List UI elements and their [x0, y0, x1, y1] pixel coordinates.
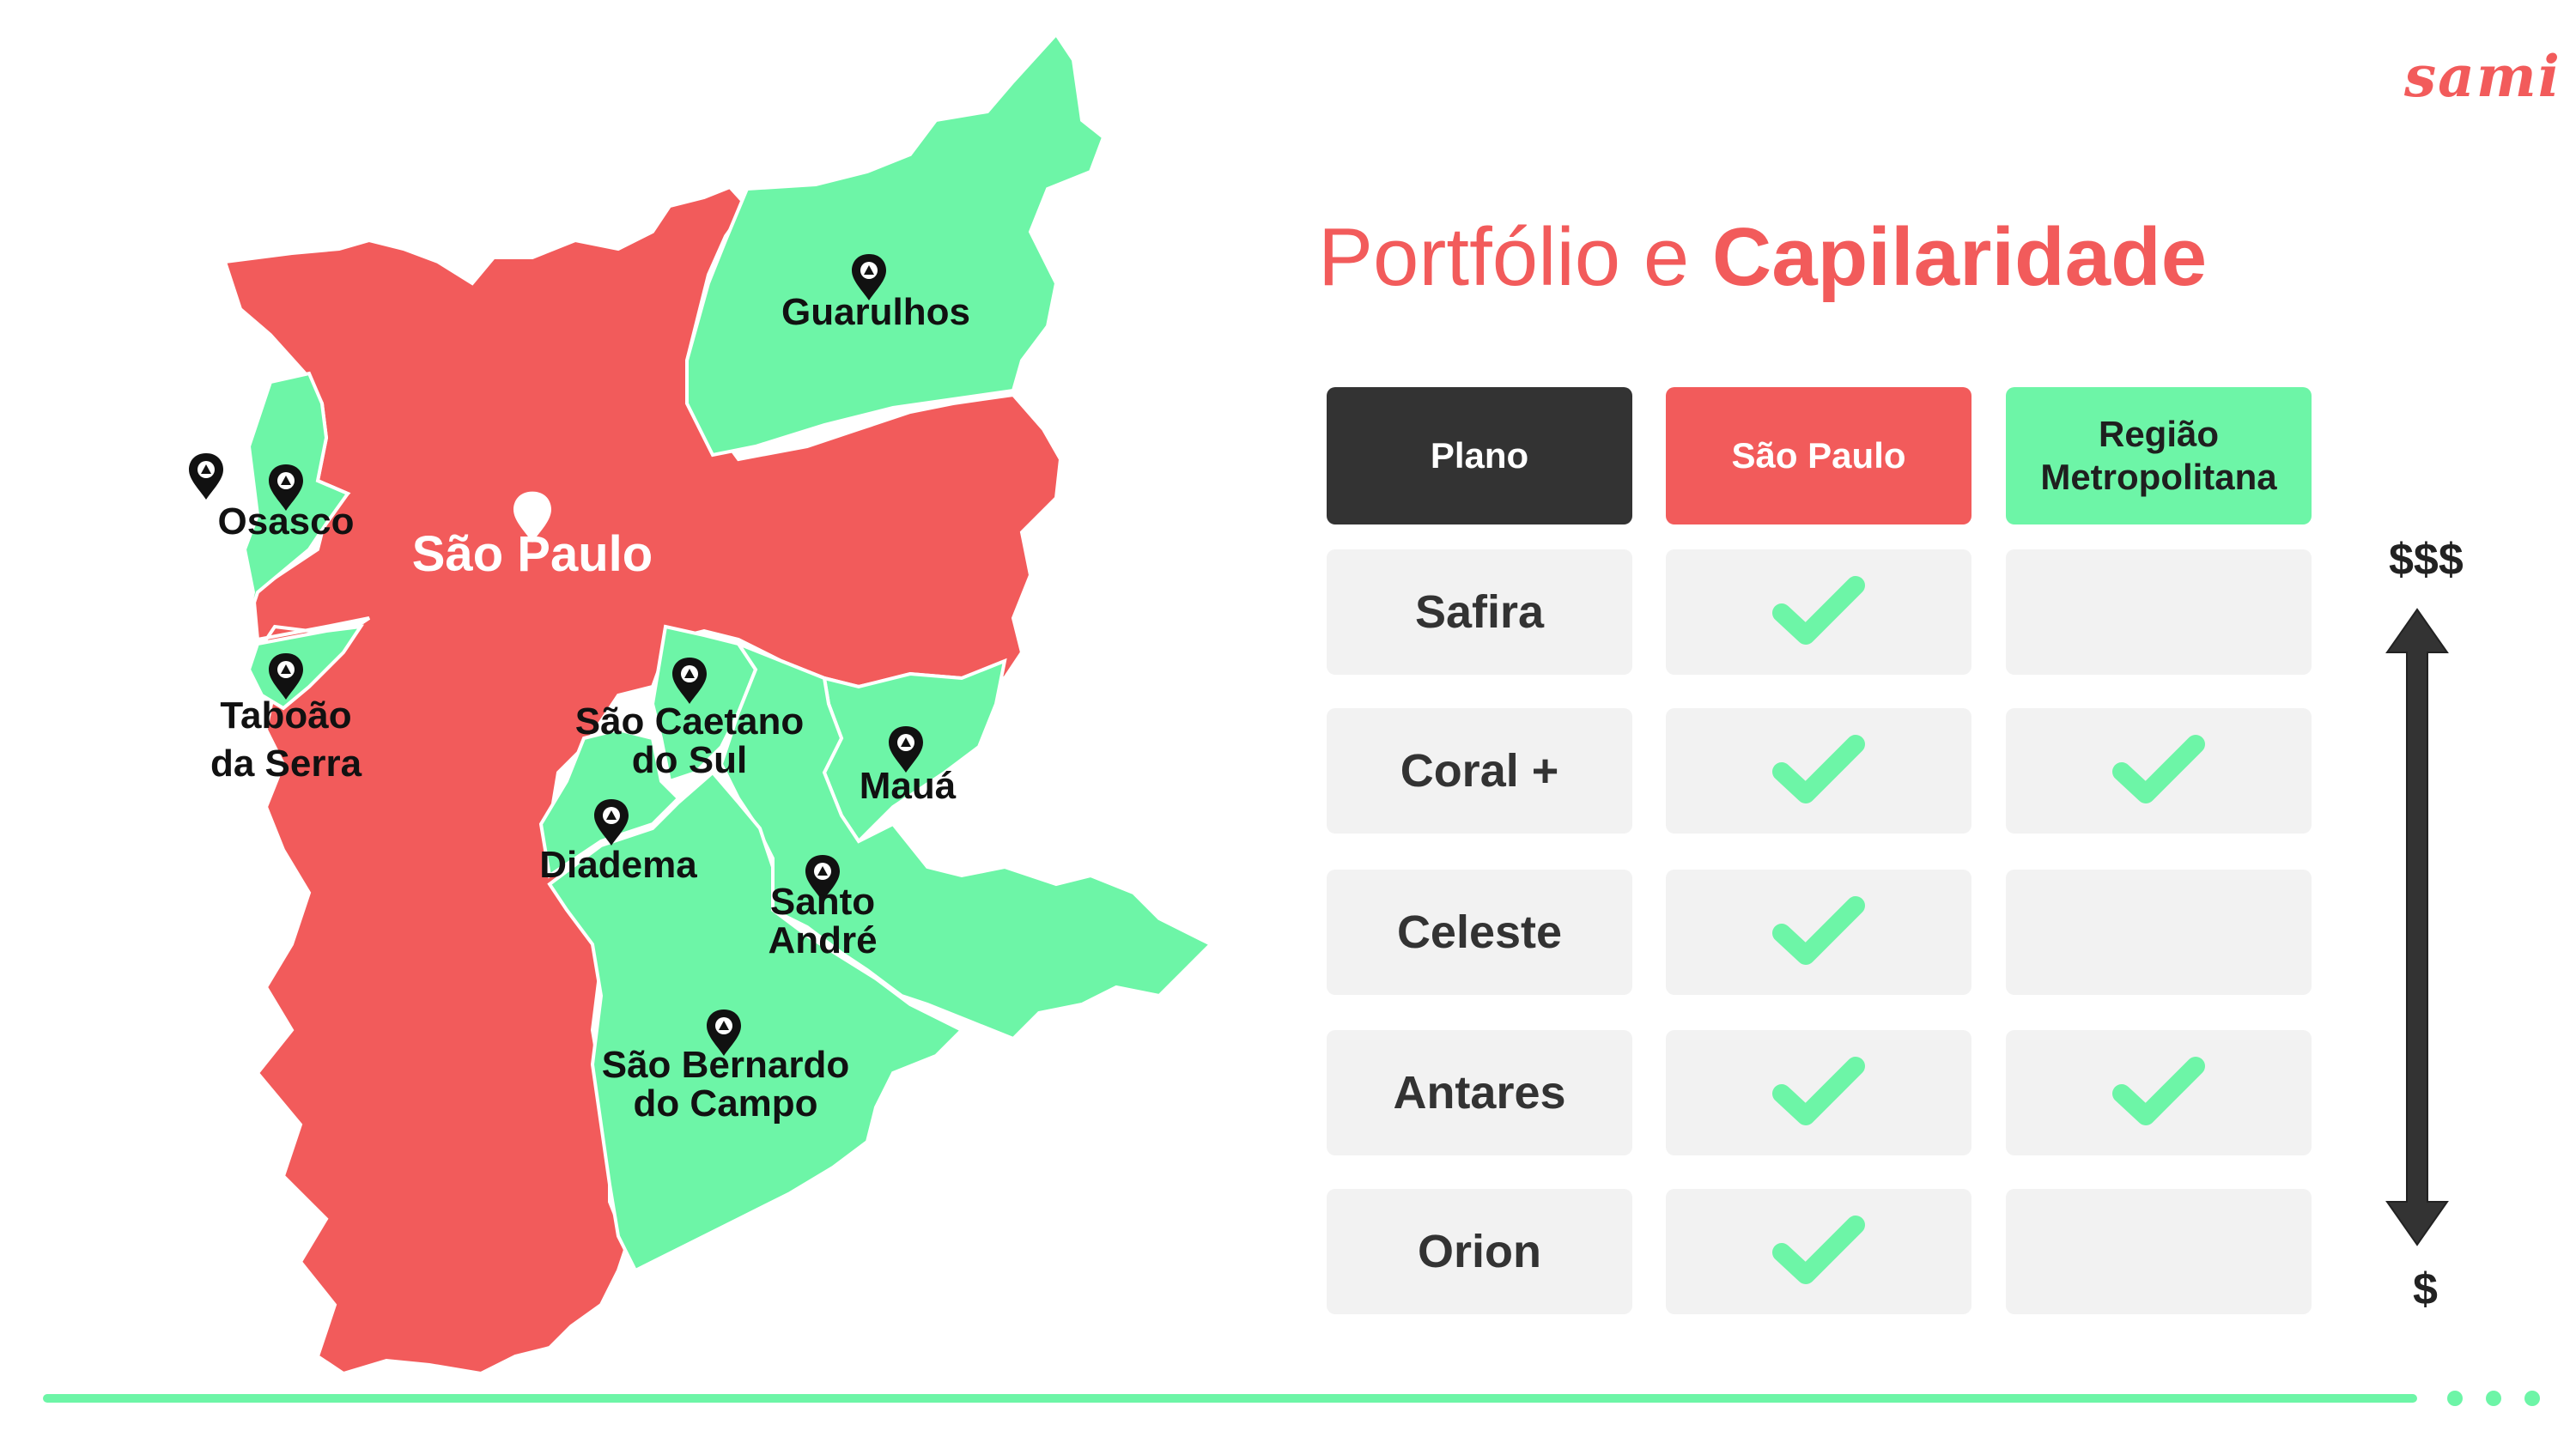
label-sao-caetano-1: São Caetano	[575, 700, 805, 743]
price-scale-top: $$$	[2389, 535, 2464, 585]
plan-name: Celeste	[1396, 906, 1563, 958]
coverage-cell-rm	[2006, 1189, 2312, 1314]
page-dot-2	[2486, 1391, 2501, 1406]
label-guarulhos: Guarulhos	[781, 291, 970, 333]
plan-name: Safira	[1414, 586, 1545, 638]
sami-logo: sami	[2404, 43, 2561, 110]
plan-name-cell: Safira	[1327, 549, 1632, 675]
coverage-cell-sp	[1666, 1030, 1971, 1155]
plan-name: Orion	[1418, 1226, 1541, 1277]
label-taboao-1: Taboão	[220, 694, 351, 737]
check-icon	[1771, 572, 1866, 653]
label-sao-bernardo-2: do Campo	[633, 1082, 817, 1125]
check-icon	[1771, 731, 1866, 812]
header-sao-paulo-label: São Paulo	[1731, 435, 1906, 476]
header-regiao-metropolitana: Região Metropolitana	[2006, 387, 2312, 524]
header-regiao-line1: Região	[2098, 414, 2220, 454]
label-maua: Mauá	[860, 765, 957, 807]
plan-name: Antares	[1393, 1067, 1566, 1119]
label-santo-andre-2: André	[768, 919, 877, 961]
label-sao-paulo: São Paulo	[412, 526, 653, 582]
label-osasco: Osasco	[218, 500, 355, 543]
price-range-arrow-icon	[2385, 608, 2449, 1246]
label-sao-bernardo-1: São Bernardo	[602, 1044, 850, 1086]
pin-extra-icon	[189, 453, 223, 500]
header-regiao-line2: Metropolitana	[2040, 457, 2277, 497]
check-icon	[1771, 1052, 1866, 1134]
page-dot-1	[2447, 1391, 2463, 1406]
label-taboao-2: da Serra	[210, 743, 362, 785]
coverage-cell-sp	[1666, 549, 1971, 675]
title-part-1: Portfólio e	[1318, 211, 1712, 303]
label-diadema: Diadema	[539, 844, 697, 886]
coverage-cell-rm	[2006, 549, 2312, 675]
header-sao-paulo: São Paulo	[1666, 387, 1971, 524]
coverage-cell-sp	[1666, 1189, 1971, 1314]
page-title: Portfólio e Capilaridade	[1318, 210, 2207, 305]
coverage-cell-rm	[2006, 708, 2312, 834]
check-icon	[2111, 731, 2206, 812]
bottom-divider	[43, 1394, 2417, 1403]
header-plano: Plano	[1327, 387, 1632, 524]
plan-name-cell: Antares	[1327, 1030, 1632, 1155]
page-dot-3	[2524, 1391, 2540, 1406]
check-icon	[2111, 1052, 2206, 1134]
plan-name-cell: Orion	[1327, 1189, 1632, 1314]
title-part-2: Capilaridade	[1711, 211, 2208, 303]
region-guarulhos	[685, 31, 1106, 458]
coverage-cell-sp	[1666, 708, 1971, 834]
price-scale-bottom: $	[2413, 1264, 2438, 1314]
label-santo-andre-1: Santo	[770, 881, 875, 923]
check-icon	[1771, 1211, 1866, 1293]
metro-region-map: São Paulo Guarulhos Osasco Taboão da Ser…	[189, 31, 1214, 1376]
label-sao-caetano-2: do Sul	[632, 739, 747, 781]
coverage-cell-rm	[2006, 870, 2312, 995]
plan-name-cell: Celeste	[1327, 870, 1632, 995]
header-plano-label: Plano	[1430, 435, 1529, 476]
plan-name: Coral +	[1400, 745, 1559, 797]
check-icon	[1771, 892, 1866, 973]
coverage-cell-rm	[2006, 1030, 2312, 1155]
plan-name-cell: Coral +	[1327, 708, 1632, 834]
coverage-cell-sp	[1666, 870, 1971, 995]
